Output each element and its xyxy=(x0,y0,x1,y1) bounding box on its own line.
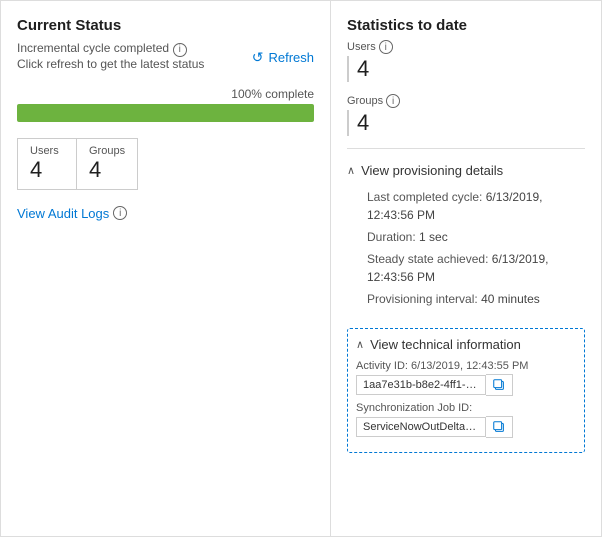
technical-info-label: View technical information xyxy=(370,337,521,352)
duration-value: 1 sec xyxy=(419,230,448,244)
duration-row: Duration: 1 sec xyxy=(367,228,585,246)
activity-id-label: Activity ID: 6/13/2019, 12:43:55 PM xyxy=(356,360,576,372)
copy-icon-2 xyxy=(492,420,506,434)
refresh-row: Incremental cycle completed i Click refr… xyxy=(17,40,314,75)
current-status-title: Current Status xyxy=(17,17,314,34)
audit-info-icon[interactable]: i xyxy=(113,206,127,220)
sync-job-copy-button[interactable] xyxy=(486,416,513,438)
right-groups-label: Groups i xyxy=(347,94,585,108)
divider-1 xyxy=(347,148,585,149)
technical-info-section: ∧ View technical information Activity ID… xyxy=(347,328,585,453)
stats-row: Users 4 Groups 4 xyxy=(17,138,314,190)
progress-label: 100% complete xyxy=(17,87,314,101)
sync-job-value: ServiceNowOutDelta.3... xyxy=(356,417,486,437)
cycle-label: Incremental cycle completed xyxy=(17,41,169,55)
sync-job-field: Synchronization Job ID: ServiceNowOutDel… xyxy=(356,402,576,438)
view-audit-logs-link[interactable]: View Audit Logs i xyxy=(17,206,314,221)
right-groups-stat: Groups i 4 xyxy=(347,94,585,136)
right-users-value: 4 xyxy=(347,56,585,82)
tech-chevron-icon: ∧ xyxy=(356,338,364,351)
refresh-icon: ↺ xyxy=(252,49,264,66)
statistics-title: Statistics to date xyxy=(347,17,585,34)
left-panel: Current Status Incremental cycle complet… xyxy=(1,1,331,536)
sync-job-copy-row: ServiceNowOutDelta.3... xyxy=(356,416,576,438)
progress-section: 100% complete xyxy=(17,87,314,122)
sync-job-label: Synchronization Job ID: xyxy=(356,402,576,414)
users-stat-value: 4 xyxy=(30,157,64,183)
provisioning-details-label: View provisioning details xyxy=(361,163,503,178)
activity-id-copy-row: 1aa7e31b-b8e2-4ff1-9... xyxy=(356,374,576,396)
groups-stat-box: Groups 4 xyxy=(77,138,138,190)
progress-bar-background xyxy=(17,104,314,122)
refresh-button[interactable]: ↺ Refresh xyxy=(252,49,314,66)
audit-logs-label: View Audit Logs xyxy=(17,206,109,221)
activity-id-copy-button[interactable] xyxy=(486,374,513,396)
provisioning-chevron-icon: ∧ xyxy=(347,164,355,177)
copy-icon xyxy=(492,378,506,392)
steady-state-label: Steady state achieved: xyxy=(367,252,488,266)
progress-bar-fill xyxy=(17,104,314,122)
right-users-stat: Users i 4 xyxy=(347,40,585,82)
duration-label: Duration: xyxy=(367,230,416,244)
cycle-label-row: Incremental cycle completed i Click refr… xyxy=(17,40,204,75)
last-completed-label: Last completed cycle: xyxy=(367,190,482,204)
technical-info-toggle[interactable]: ∧ View technical information xyxy=(356,337,576,352)
groups-stat-label: Groups xyxy=(89,145,125,157)
activity-id-datetime: 6/13/2019, 12:43:55 PM xyxy=(411,360,528,372)
groups-stat-value: 4 xyxy=(89,157,125,183)
refresh-label: Refresh xyxy=(268,50,314,65)
right-users-info-icon[interactable]: i xyxy=(379,40,393,54)
last-completed-row: Last completed cycle: 6/13/2019, 12:43:5… xyxy=(367,188,585,224)
audit-log-row: View Audit Logs i xyxy=(17,206,314,221)
provisioning-details-section: ∧ View provisioning details Last complet… xyxy=(347,157,585,320)
activity-id-value: 1aa7e31b-b8e2-4ff1-9... xyxy=(356,375,486,395)
users-stat-label: Users xyxy=(30,145,64,157)
provisioning-details-content: Last completed cycle: 6/13/2019, 12:43:5… xyxy=(347,184,585,320)
refresh-hint: Click refresh to get the latest status xyxy=(17,57,204,71)
provisioning-details-toggle[interactable]: ∧ View provisioning details xyxy=(347,157,585,184)
activity-id-field: Activity ID: 6/13/2019, 12:43:55 PM 1aa7… xyxy=(356,360,576,396)
interval-label: Provisioning interval: xyxy=(367,292,478,306)
interval-row: Provisioning interval: 40 minutes xyxy=(367,290,585,308)
right-groups-value: 4 xyxy=(347,110,585,136)
right-users-label: Users i xyxy=(347,40,585,54)
interval-value: 40 minutes xyxy=(481,292,540,306)
users-stat-box: Users 4 xyxy=(17,138,77,190)
right-groups-info-icon[interactable]: i xyxy=(386,94,400,108)
cycle-info-icon[interactable]: i xyxy=(173,43,187,57)
steady-state-row: Steady state achieved: 6/13/2019, 12:43:… xyxy=(367,250,585,286)
right-panel: Statistics to date Users i 4 Groups i 4 … xyxy=(331,1,601,536)
